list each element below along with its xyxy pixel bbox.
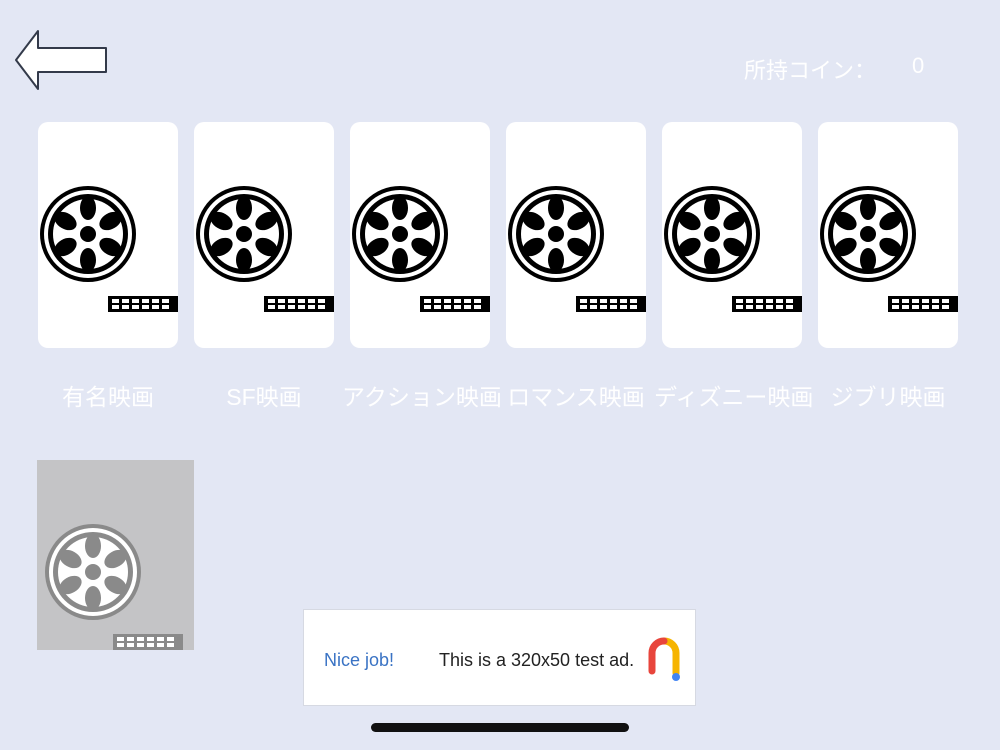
film-reel-icon — [352, 186, 490, 312]
film-reel-icon — [664, 186, 802, 312]
category-card-ghibli[interactable] — [818, 122, 958, 348]
coin-value: 0 — [912, 53, 925, 78]
home-indicator — [371, 723, 629, 732]
ad-banner[interactable]: Nice job! This is a 320x50 test ad. — [303, 609, 696, 706]
category-card-disney[interactable] — [662, 122, 802, 348]
category-label-sf: SF映画 — [226, 384, 302, 410]
google-ads-logo-icon — [648, 637, 680, 681]
category-label-disney: ディズニー映画 — [654, 384, 814, 410]
film-reel-icon — [40, 186, 178, 312]
category-grid: 有名映画 SF映画 アクション映画 ロマンス映画 ディズニー映画 ジブリ映画 — [0, 122, 1000, 422]
category-label-action: アクション映画 — [342, 384, 502, 410]
film-reel-icon — [508, 186, 646, 312]
coin-label: 所持コイン： — [744, 58, 877, 83]
ad-text: This is a 320x50 test ad. — [439, 650, 635, 670]
category-card-sf[interactable] — [194, 122, 334, 348]
locked-category-card[interactable] — [37, 460, 194, 650]
ad-nice-label: Nice job! — [324, 650, 395, 670]
category-label-ghibli: ジブリ映画 — [830, 384, 946, 410]
film-reel-icon — [45, 524, 183, 650]
film-reel-icon — [820, 186, 958, 312]
category-card-famous[interactable] — [38, 122, 178, 348]
category-card-romance[interactable] — [506, 122, 646, 348]
coin-balance: 所持コイン： 0 — [740, 50, 940, 84]
left-arrow-icon — [15, 30, 107, 90]
category-label-famous: 有名映画 — [62, 384, 154, 410]
category-label-romance: ロマンス映画 — [507, 384, 645, 410]
category-card-action[interactable] — [350, 122, 490, 348]
back-button[interactable] — [14, 28, 110, 92]
film-reel-icon — [196, 186, 334, 312]
